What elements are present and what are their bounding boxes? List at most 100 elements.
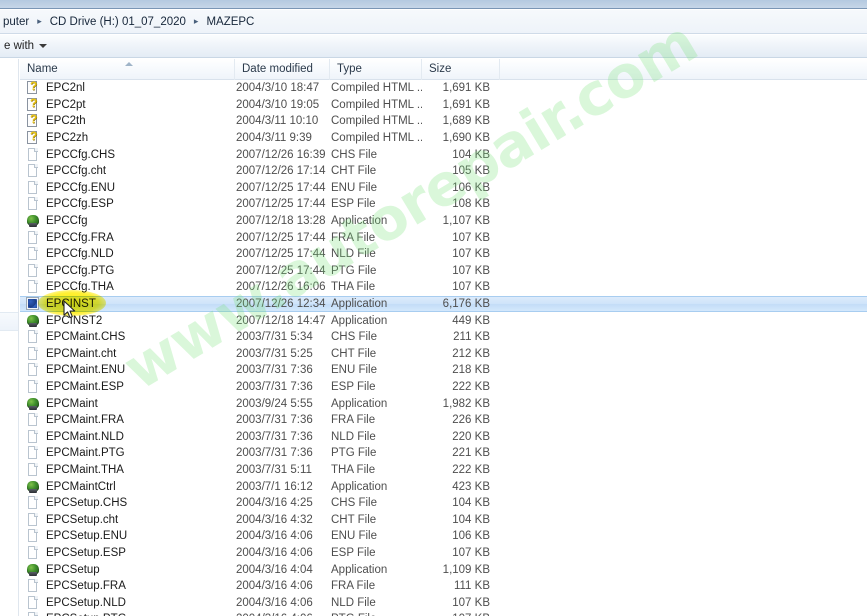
file-name-cell[interactable]: EPCMaint.NLD xyxy=(20,429,235,444)
table-row[interactable]: EPCCfg.NLD 2007/12/25 17:44 NLD File 107 KB xyxy=(20,246,867,263)
table-row[interactable]: EPCMaint.NLD 2003/7/31 7:36 NLD File 220 KB xyxy=(20,428,867,445)
file-name-cell[interactable]: EPCCfg.THA xyxy=(20,280,235,294)
file-name-cell[interactable]: EPCCfg.ESP xyxy=(20,197,235,211)
table-row[interactable]: EPCSetup.CHS 2004/3/16 4:25 CHS File 104 KB xyxy=(20,495,867,512)
table-row[interactable]: EPCSetup.ESP 2004/3/16 4:06 ESP File 107 KB xyxy=(20,545,867,562)
table-row[interactable]: EPCSetup.FRA 2004/3/16 4:06 FRA File 111 KB xyxy=(20,578,867,595)
table-row[interactable]: EPCMaint.FRA 2003/7/31 7:36 FRA File 226 KB xyxy=(20,412,867,429)
generic-file-icon xyxy=(26,197,40,211)
file-type-cell: NLD File xyxy=(331,430,376,443)
file-name-cell[interactable]: EPCMaint.ESP xyxy=(20,379,235,394)
table-row[interactable]: EPCCfg.PTG 2007/12/25 17:44 PTG File 107 KB xyxy=(20,263,867,280)
file-type-cell: Compiled HTML ... xyxy=(331,98,422,111)
breadcrumb[interactable]: puter ▸ CD Drive (H:) 01_07_2020 ▸ MAZEPC xyxy=(0,15,257,29)
file-name-label: EPCMaint.FRA xyxy=(46,414,124,427)
table-row[interactable]: EPC2nl 2004/3/10 18:47 Compiled HTML ... 1,… xyxy=(20,80,867,97)
table-row[interactable]: EPCMaint.THA 2003/7/31 5:11 THA File 222 KB xyxy=(20,462,867,479)
file-date-modified-cell: 2007/12/25 17:44 xyxy=(236,231,326,244)
file-name-label: EPCMaintCtrl xyxy=(46,480,116,493)
table-row[interactable]: EPCMaint 2003/9/24 5:55 Application 1,982 K… xyxy=(20,395,867,412)
file-name-cell[interactable]: EPCMaint.ENU xyxy=(20,363,235,377)
table-row[interactable]: EPCSetup.NLD 2004/3/16 4:06 NLD File 107 KB xyxy=(20,594,867,611)
breadcrumb-item-1[interactable]: CD Drive (H:) 01_07_2020 xyxy=(47,15,189,29)
file-name-cell[interactable]: EPC2zh xyxy=(20,131,235,145)
file-name-cell[interactable]: EPCMaint.FRA xyxy=(20,413,235,427)
table-row[interactable]: EPCINST2 2007/12/18 14:47 Application 449 K… xyxy=(20,312,867,329)
breadcrumb-item-2[interactable]: MAZEPC xyxy=(203,15,257,29)
table-row[interactable]: EPCCfg.cht 2007/12/26 17:14 CHT File 105 KB xyxy=(20,163,867,180)
file-name-cell[interactable]: EPCMaint xyxy=(20,397,235,411)
table-row[interactable]: EPCCfg.CHS 2007/12/26 16:39 CHS File 104 KB xyxy=(20,146,867,163)
table-row[interactable]: EPCCfg.ESP 2007/12/25 17:44 ESP File 108 KB xyxy=(20,196,867,213)
file-name-cell[interactable]: EPCSetup.CHS xyxy=(20,496,235,510)
file-name-cell[interactable]: EPCCfg.ENU xyxy=(20,180,235,195)
column-header-name[interactable]: Name xyxy=(20,58,235,80)
address-bar[interactable]: puter ▸ CD Drive (H:) 01_07_2020 ▸ MAZEPC xyxy=(0,10,867,34)
table-row[interactable]: EPCMaint.cht 2003/7/31 5:25 CHT File 212 KB xyxy=(20,346,867,363)
file-name-cell[interactable]: EPC2nl xyxy=(20,81,235,95)
file-name-cell[interactable]: EPCSetup.cht xyxy=(20,512,235,527)
file-name-cell[interactable]: EPCSetup.ENU xyxy=(20,529,235,543)
file-name-cell[interactable]: EPCSetup.PTG xyxy=(20,612,235,616)
table-row-selected[interactable]: EPCINST 2007/12/26 12:34 Application 6,176 … xyxy=(20,295,867,313)
file-name-cell[interactable]: EPCSetup xyxy=(20,563,235,577)
file-name-cell[interactable]: EPCMaint.PTG xyxy=(20,446,235,460)
command-bar-button-0[interactable]: e with xyxy=(0,38,51,54)
column-header-size[interactable]: Size xyxy=(422,58,500,80)
file-list[interactable]: EPC2nl 2004/3/10 18:47 Compiled HTML ... 1,… xyxy=(20,80,867,616)
file-name-cell[interactable]: EPCINST2 xyxy=(20,314,235,328)
file-name-cell[interactable]: EPCCfg.NLD xyxy=(20,247,235,261)
breadcrumb-item-0[interactable]: puter xyxy=(0,15,32,29)
navigation-pane-item[interactable] xyxy=(0,312,18,331)
table-row[interactable]: EPCSetup.PTG2004/3/16 4:06PTG File107 KB xyxy=(20,611,867,616)
table-row[interactable]: EPCMaint.CHS 2003/7/31 5:34 CHS File 211 KB xyxy=(20,329,867,346)
table-row[interactable]: EPCMaint.ESP 2003/7/31 7:36 ESP File 222 KB xyxy=(20,379,867,396)
table-row[interactable]: EPCMaintCtrl 2003/7/1 16:12 Application 423… xyxy=(20,478,867,495)
command-bar-items[interactable]: e with xyxy=(0,38,51,54)
file-name-cell[interactable]: EPCCfg.PTG xyxy=(20,263,235,278)
file-name-cell[interactable]: EPCSetup.ESP xyxy=(20,545,235,560)
compiled-html-help-icon xyxy=(26,131,40,145)
file-type-cell: FRA File xyxy=(331,414,376,427)
file-name-cell[interactable]: EPCMaint.CHS xyxy=(20,330,235,344)
file-type-cell: ENU File xyxy=(331,364,378,377)
table-row[interactable]: EPCMaint.PTG 2003/7/31 7:36 PTG File 221 KB xyxy=(20,445,867,462)
file-size-cell: 104 KB xyxy=(452,497,490,510)
table-row[interactable]: EPCCfg.FRA 2007/12/25 17:44 FRA File 107 KB xyxy=(20,229,867,246)
file-name-cell[interactable]: EPCINST xyxy=(20,297,235,311)
file-size-cell: 226 KB xyxy=(452,414,490,427)
table-row[interactable]: EPCCfg 2007/12/18 13:28 Application 1,107 K… xyxy=(20,213,867,230)
file-name-cell[interactable]: EPCMaintCtrl xyxy=(20,480,235,494)
generic-file-icon xyxy=(26,529,40,543)
table-row[interactable]: EPCCfg.ENU 2007/12/25 17:44 ENU File 106 KB xyxy=(20,180,867,197)
file-name-cell[interactable]: EPCCfg.FRA xyxy=(20,230,235,245)
table-row[interactable]: EPCSetup 2004/3/16 4:04 Application 1,109 K… xyxy=(20,561,867,578)
column-header-row[interactable]: Name Date modified Type Size xyxy=(20,58,867,80)
table-row[interactable]: EPCSetup.ENU 2004/3/16 4:06 ENU File 106 KB xyxy=(20,528,867,545)
table-row[interactable]: EPC2pt 2004/3/10 19:05 Compiled HTML ... 1,… xyxy=(20,97,867,114)
file-name-cell[interactable]: EPCMaint.cht xyxy=(20,346,235,361)
command-bar[interactable]: e with xyxy=(0,35,867,58)
chevron-down-icon[interactable] xyxy=(39,44,48,48)
file-name-cell[interactable]: EPCCfg xyxy=(20,214,235,228)
file-type-cell: ESP File xyxy=(331,198,376,211)
file-name-cell[interactable]: EPC2pt xyxy=(20,97,235,112)
table-row[interactable]: EPCCfg.THA 2007/12/26 16:06 THA File 107 KB xyxy=(20,279,867,296)
table-row[interactable]: EPCMaint.ENU 2003/7/31 7:36 ENU File 218 KB xyxy=(20,362,867,379)
file-name-cell[interactable]: EPCCfg.CHS xyxy=(20,147,235,162)
file-name-label: EPCCfg.PTG xyxy=(46,264,115,277)
file-name-label: EPC2nl xyxy=(46,82,85,95)
file-name-cell[interactable]: EPCCfg.cht xyxy=(20,164,235,178)
file-type-cell: Application xyxy=(331,314,388,327)
navigation-pane[interactable] xyxy=(0,59,19,616)
file-name-cell[interactable]: EPC2th xyxy=(20,114,235,128)
file-name-cell[interactable]: EPCSetup.NLD xyxy=(20,595,235,610)
table-row[interactable]: EPC2th 2004/3/11 10:10 Compiled HTML ... 1,… xyxy=(20,113,867,130)
file-name-cell[interactable]: EPCSetup.FRA xyxy=(20,579,235,593)
column-header-type[interactable]: Type xyxy=(330,58,422,80)
table-row[interactable]: EPC2zh 2004/3/11 9:39 Compiled HTML ... 1,6… xyxy=(20,130,867,147)
column-header-date-modified[interactable]: Date modified xyxy=(235,58,330,80)
file-name-cell[interactable]: EPCMaint.THA xyxy=(20,462,235,477)
generic-file-icon xyxy=(26,496,40,510)
table-row[interactable]: EPCSetup.cht 2004/3/16 4:32 CHT File 104 KB xyxy=(20,511,867,528)
